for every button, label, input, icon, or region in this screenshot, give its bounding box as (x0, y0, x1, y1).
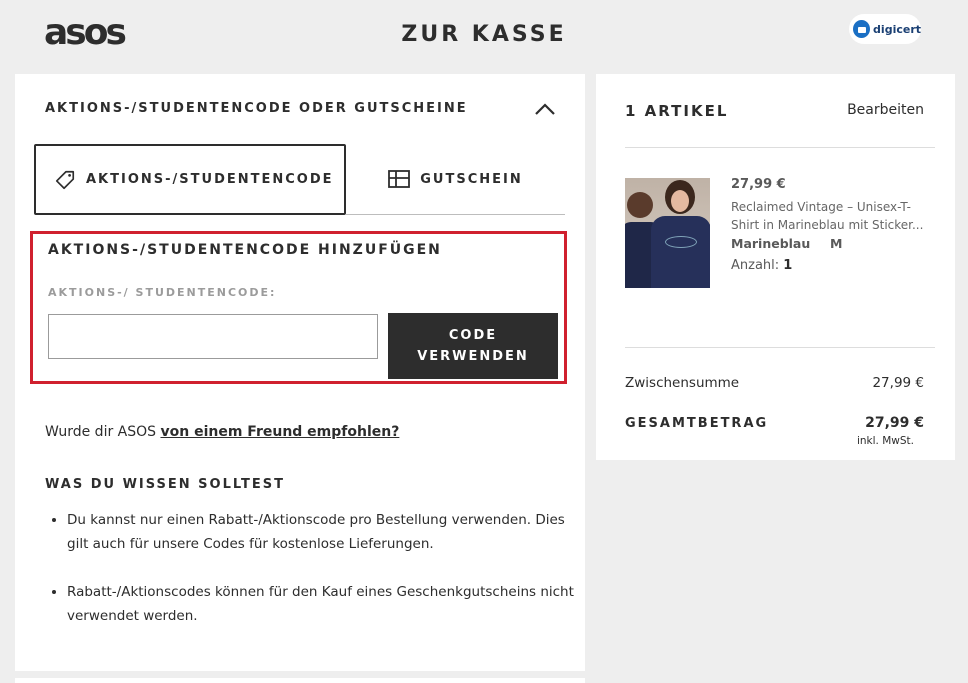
referral-prefix: Wurde dir ASOS (45, 424, 161, 440)
edit-bag-link[interactable]: Bearbeiten (847, 102, 924, 118)
item-size: M (830, 236, 843, 251)
promo-section-heading[interactable]: AKTIONS-/STUDENTENCODE ODER GUTSCHEINE (45, 101, 468, 116)
code-field-label: AKTIONS-/ STUDENTENCODE: (48, 286, 277, 299)
total-label: GESAMTBETRAG (625, 416, 769, 431)
apply-button-line2: VERWENDEN (417, 349, 529, 364)
tab-voucher[interactable]: GUTSCHEIN (346, 144, 565, 215)
subtotal-label: Zwischensumme (625, 375, 740, 391)
promo-code-input[interactable] (48, 314, 378, 359)
bag-summary-card: 1 ARTIKEL Bearbeiten 27,99 € Reclaimed V… (596, 74, 955, 460)
item-price: 27,99 € (731, 177, 786, 192)
item-quantity: Anzahl: 1 (731, 258, 792, 273)
tag-icon (55, 170, 75, 189)
item-name: Reclaimed Vintage – Unisex-T-Shirt in Ma… (731, 200, 924, 232)
seal-label: digicert (873, 22, 921, 36)
lock-icon (853, 20, 871, 38)
divider (625, 347, 935, 348)
vat-note: inkl. MwSt. (856, 435, 914, 447)
item-color: Marineblau (731, 236, 811, 251)
tab-promo-code[interactable]: AKTIONS-/STUDENTENCODE (34, 144, 346, 215)
info-bullet: Rabatt-/Aktionscodes können für den Kauf… (67, 580, 587, 628)
card-bottom-edge (15, 678, 585, 683)
info-list: Du kannst nur einen Rabatt-/Aktionscode … (45, 508, 587, 652)
tab-voucher-label: GUTSCHEIN (420, 171, 523, 187)
quantity-label: Anzahl: (731, 258, 784, 273)
tab-promo-label: AKTIONS-/STUDENTENCODE (86, 172, 334, 187)
divider (625, 147, 935, 148)
gift-card-icon (388, 170, 411, 188)
page-title: ZUR KASSE (401, 22, 567, 47)
top-bar: asos ZUR KASSE digicert (0, 0, 968, 72)
referral-text: Wurde dir ASOS von einem Freund empfohle… (45, 424, 399, 440)
chevron-up-icon[interactable] (533, 98, 557, 122)
digicert-seal[interactable]: digicert (849, 14, 921, 44)
add-code-heading: AKTIONS-/STUDENTENCODE HINZUFÜGEN (48, 242, 442, 258)
apply-code-button[interactable]: CODE VERWENDEN (388, 313, 558, 379)
referral-link[interactable]: von einem Freund empfohlen? (160, 424, 399, 440)
info-heading: WAS DU WISSEN SOLLTEST (45, 477, 285, 492)
add-code-section: AKTIONS-/STUDENTENCODE HINZUFÜGEN AKTION… (30, 231, 567, 384)
items-count: 1 ARTIKEL (625, 102, 729, 120)
quantity-value: 1 (783, 258, 793, 273)
apply-button-line1: CODE (448, 328, 498, 343)
promo-card: AKTIONS-/STUDENTENCODE ODER GUTSCHEINE A… (15, 74, 585, 671)
info-bullet: Du kannst nur einen Rabatt-/Aktionscode … (67, 508, 587, 556)
product-image (625, 178, 710, 288)
subtotal-value: 27,99 € (872, 375, 924, 391)
total-value: 27,99 € (865, 415, 924, 431)
